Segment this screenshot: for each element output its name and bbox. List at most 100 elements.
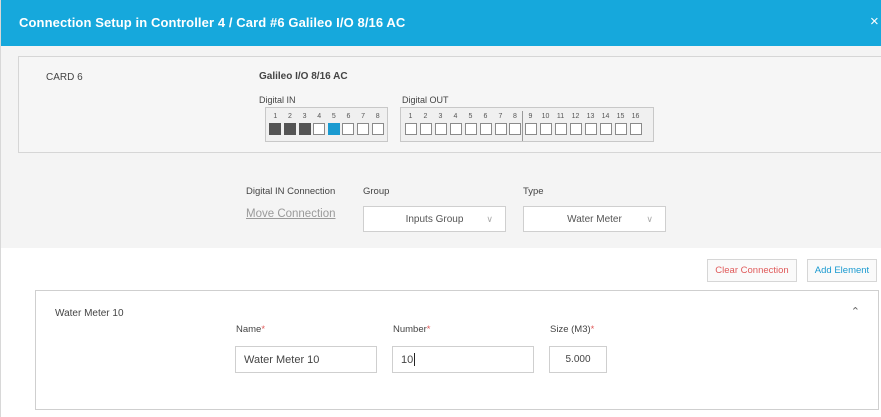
type-label: Type xyxy=(523,186,544,197)
text-cursor xyxy=(414,353,416,366)
dialog-title: Connection Setup in Controller 4 / Card … xyxy=(19,15,406,30)
io-port[interactable]: 10 xyxy=(538,111,553,141)
io-port-indicator xyxy=(524,123,537,135)
dialog-header: Connection Setup in Controller 4 / Card … xyxy=(1,0,881,46)
io-port[interactable]: 8 xyxy=(370,111,385,141)
number-label: Number* xyxy=(393,324,431,335)
digital-in-label: Digital IN xyxy=(259,95,296,105)
io-port-indicator xyxy=(479,123,492,135)
io-port[interactable]: 2 xyxy=(418,111,433,141)
io-port-indicator xyxy=(449,123,462,135)
card-panel: CARD 6 Galileo I/O 8/16 AC Digital IN Di… xyxy=(18,56,881,153)
io-port-number: 4 xyxy=(453,113,458,120)
io-port-indicator xyxy=(584,123,597,135)
io-port-indicator xyxy=(464,123,477,135)
io-port-indicator xyxy=(629,123,642,135)
io-port[interactable]: 7 xyxy=(493,111,508,141)
io-port-indicator xyxy=(494,123,507,135)
io-port-number: 16 xyxy=(631,113,640,120)
number-field[interactable]: 10 xyxy=(392,346,534,373)
io-port-number: 12 xyxy=(571,113,580,120)
card-name: Galileo I/O 8/16 AC xyxy=(259,71,348,82)
io-port-indicator xyxy=(371,123,384,135)
io-port-number: 8 xyxy=(513,113,517,120)
io-port-number: 5 xyxy=(468,113,473,120)
digital-out-ports: 1 2 3 4 5 6 7 8 9 10 11 12 13 14 15 16 xyxy=(400,107,654,142)
io-port[interactable]: 1 xyxy=(403,111,418,141)
io-port-indicator xyxy=(327,123,340,135)
io-port-number: 14 xyxy=(601,113,610,120)
card-label: CARD 6 xyxy=(46,72,83,83)
element-panel: Water Meter 10 ⌃ Name* Number* Size (M3)… xyxy=(35,290,879,410)
io-port[interactable]: 5 xyxy=(327,111,342,141)
io-port-indicator xyxy=(509,123,521,135)
size-label: Size (M3)* xyxy=(550,324,595,335)
io-port-number: 11 xyxy=(556,113,565,120)
digital-in-connection-label: Digital IN Connection xyxy=(246,186,336,197)
io-port-number: 3 xyxy=(302,113,307,120)
io-port[interactable]: 15 xyxy=(613,111,628,141)
io-port-indicator xyxy=(614,123,627,135)
io-port-number: 6 xyxy=(483,113,488,120)
connection-setup-dialog: Connection Setup in Controller 4 / Card … xyxy=(0,0,881,417)
io-port-indicator xyxy=(599,123,612,135)
io-port[interactable]: 13 xyxy=(583,111,598,141)
io-port[interactable]: 4 xyxy=(312,111,327,141)
io-port[interactable]: 7 xyxy=(356,111,371,141)
io-port-indicator xyxy=(313,123,326,135)
io-port-number: 3 xyxy=(438,113,443,120)
io-port[interactable]: 4 xyxy=(448,111,463,141)
io-port-number: 6 xyxy=(346,113,351,120)
io-port[interactable]: 6 xyxy=(478,111,493,141)
io-port-number: 9 xyxy=(528,113,533,120)
move-connection-link[interactable]: Move Connection xyxy=(246,208,336,220)
io-port-indicator xyxy=(283,123,296,135)
group-select[interactable]: Inputs Group ∨ xyxy=(363,206,506,232)
group-label: Group xyxy=(363,186,390,197)
io-port-number: 1 xyxy=(408,113,413,120)
io-port-number: 13 xyxy=(586,113,595,120)
io-port-number: 8 xyxy=(375,113,380,120)
io-port-number: 4 xyxy=(317,113,322,120)
io-port[interactable]: 8 xyxy=(508,111,523,141)
add-element-button[interactable]: Add Element xyxy=(807,259,877,282)
close-icon[interactable]: × xyxy=(870,13,880,30)
clear-connection-button[interactable]: Clear Connection xyxy=(707,259,797,282)
group-select-value: Inputs Group xyxy=(405,213,464,225)
io-port-number: 7 xyxy=(498,113,503,120)
name-label: Name* xyxy=(236,324,266,335)
io-port[interactable]: 6 xyxy=(341,111,356,141)
digital-in-ports: 1 2 3 4 5 6 7 8 xyxy=(265,107,388,142)
io-port[interactable]: 5 xyxy=(463,111,478,141)
io-port-number: 1 xyxy=(273,113,278,120)
element-title: Water Meter 10 xyxy=(55,308,124,319)
io-port[interactable]: 12 xyxy=(568,111,583,141)
io-port-indicator xyxy=(269,123,282,135)
io-port-indicator xyxy=(434,123,447,135)
chevron-down-icon: ∨ xyxy=(646,214,653,224)
io-port-indicator xyxy=(569,123,582,135)
type-select-value: Water Meter xyxy=(567,213,622,225)
io-port[interactable]: 9 xyxy=(523,111,538,141)
io-port[interactable]: 11 xyxy=(553,111,568,141)
size-field[interactable]: 5.000 xyxy=(549,346,607,373)
io-port-number: 15 xyxy=(616,113,625,120)
io-port[interactable]: 2 xyxy=(283,111,298,141)
io-port[interactable]: 1 xyxy=(268,111,283,141)
io-port-indicator xyxy=(539,123,552,135)
type-select[interactable]: Water Meter ∨ xyxy=(523,206,666,232)
io-port-indicator xyxy=(357,123,370,135)
io-port[interactable]: 3 xyxy=(297,111,312,141)
chevron-down-icon: ∨ xyxy=(486,214,493,224)
io-port-number: 7 xyxy=(361,113,366,120)
io-port[interactable]: 3 xyxy=(433,111,448,141)
name-field[interactable]: Water Meter 10 xyxy=(235,346,377,373)
chevron-up-icon[interactable]: ⌃ xyxy=(851,305,860,318)
io-port-indicator xyxy=(554,123,567,135)
io-port-number: 2 xyxy=(423,113,428,120)
digital-out-label: Digital OUT xyxy=(402,95,449,105)
io-port[interactable]: 16 xyxy=(628,111,643,141)
io-port-indicator xyxy=(419,123,432,135)
io-port[interactable]: 14 xyxy=(598,111,613,141)
io-port-indicator xyxy=(298,123,311,135)
